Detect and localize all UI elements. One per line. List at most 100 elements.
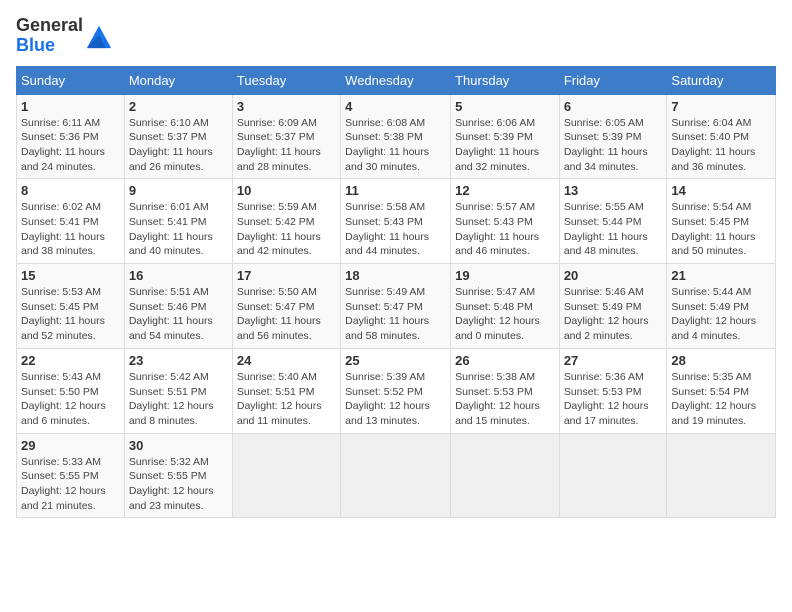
day-detail: Sunrise: 6:01 AMSunset: 5:41 PMDaylight:… (129, 200, 228, 259)
page-header: General Blue (16, 16, 776, 56)
day-detail: Sunrise: 5:57 AMSunset: 5:43 PMDaylight:… (455, 200, 555, 259)
day-number: 19 (455, 268, 555, 283)
calendar-cell: 6 Sunrise: 6:05 AMSunset: 5:39 PMDaylight… (559, 94, 667, 179)
calendar-cell: 8 Sunrise: 6:02 AMSunset: 5:41 PMDaylight… (17, 179, 125, 264)
day-number: 3 (237, 99, 336, 114)
day-detail: Sunrise: 5:51 AMSunset: 5:46 PMDaylight:… (129, 285, 228, 344)
calendar-cell: 11 Sunrise: 5:58 AMSunset: 5:43 PMDayligh… (341, 179, 451, 264)
day-detail: Sunrise: 5:43 AMSunset: 5:50 PMDaylight:… (21, 370, 120, 429)
calendar-cell: 12 Sunrise: 5:57 AMSunset: 5:43 PMDayligh… (451, 179, 560, 264)
calendar-cell: 28 Sunrise: 5:35 AMSunset: 5:54 PMDayligh… (667, 348, 776, 433)
logo-blue: Blue (16, 35, 55, 55)
logo-icon (85, 22, 113, 50)
day-detail: Sunrise: 5:50 AMSunset: 5:47 PMDaylight:… (237, 285, 336, 344)
calendar-cell: 27 Sunrise: 5:36 AMSunset: 5:53 PMDayligh… (559, 348, 667, 433)
logo: General Blue (16, 16, 113, 56)
day-number: 27 (564, 353, 663, 368)
day-number: 2 (129, 99, 228, 114)
day-detail: Sunrise: 5:59 AMSunset: 5:42 PMDaylight:… (237, 200, 336, 259)
day-number: 12 (455, 183, 555, 198)
calendar-cell: 19Sunrise: 5:47 AMSunset: 5:48 PMDayligh… (451, 264, 560, 349)
day-detail: Sunrise: 6:05 AMSunset: 5:39 PMDaylight:… (564, 116, 663, 175)
day-number: 25 (345, 353, 446, 368)
day-detail: Sunrise: 5:32 AMSunset: 5:55 PMDaylight:… (129, 455, 228, 514)
calendar-cell: 24 Sunrise: 5:40 AMSunset: 5:51 PMDayligh… (232, 348, 340, 433)
calendar-cell: 2 Sunrise: 6:10 AMSunset: 5:37 PMDaylight… (124, 94, 232, 179)
calendar-cell (232, 433, 340, 518)
day-detail: Sunrise: 5:40 AMSunset: 5:51 PMDaylight:… (237, 370, 336, 429)
day-detail: Sunrise: 5:42 AMSunset: 5:51 PMDaylight:… (129, 370, 228, 429)
day-number: 28 (671, 353, 771, 368)
day-number: 17 (237, 268, 336, 283)
calendar-cell (559, 433, 667, 518)
calendar-cell (667, 433, 776, 518)
day-detail: Sunrise: 6:06 AMSunset: 5:39 PMDaylight:… (455, 116, 555, 175)
day-number: 6 (564, 99, 663, 114)
logo-general: General (16, 15, 83, 35)
calendar-cell: 14Sunrise: 5:54 AMSunset: 5:45 PMDayligh… (667, 179, 776, 264)
calendar-cell: 29 Sunrise: 5:33 AMSunset: 5:55 PMDayligh… (17, 433, 125, 518)
calendar-cell (341, 433, 451, 518)
day-number: 14 (671, 183, 771, 198)
calendar-cell: 20Sunrise: 5:46 AMSunset: 5:49 PMDayligh… (559, 264, 667, 349)
calendar-week-4: 22 Sunrise: 5:43 AMSunset: 5:50 PMDayligh… (17, 348, 776, 433)
col-header-wednesday: Wednesday (341, 66, 451, 94)
day-detail: Sunrise: 5:36 AMSunset: 5:53 PMDaylight:… (564, 370, 663, 429)
col-header-friday: Friday (559, 66, 667, 94)
logo-text: General Blue (16, 16, 83, 56)
calendar-cell: 30 Sunrise: 5:32 AMSunset: 5:55 PMDayligh… (124, 433, 232, 518)
day-number: 21 (671, 268, 771, 283)
calendar-cell: 23 Sunrise: 5:42 AMSunset: 5:51 PMDayligh… (124, 348, 232, 433)
col-header-tuesday: Tuesday (232, 66, 340, 94)
day-detail: Sunrise: 6:04 AMSunset: 5:40 PMDaylight:… (671, 116, 771, 175)
day-number: 10 (237, 183, 336, 198)
day-number: 23 (129, 353, 228, 368)
day-detail: Sunrise: 5:55 AMSunset: 5:44 PMDaylight:… (564, 200, 663, 259)
calendar-cell: 3 Sunrise: 6:09 AMSunset: 5:37 PMDaylight… (232, 94, 340, 179)
day-number: 30 (129, 438, 228, 453)
calendar-week-2: 8 Sunrise: 6:02 AMSunset: 5:41 PMDaylight… (17, 179, 776, 264)
calendar-cell: 21 Sunrise: 5:44 AMSunset: 5:49 PMDayligh… (667, 264, 776, 349)
day-number: 18 (345, 268, 446, 283)
col-header-monday: Monday (124, 66, 232, 94)
day-detail: Sunrise: 6:02 AMSunset: 5:41 PMDaylight:… (21, 200, 120, 259)
calendar-cell (451, 433, 560, 518)
day-number: 13 (564, 183, 663, 198)
day-detail: Sunrise: 5:33 AMSunset: 5:55 PMDaylight:… (21, 455, 120, 514)
calendar-cell: 16 Sunrise: 5:51 AMSunset: 5:46 PMDayligh… (124, 264, 232, 349)
day-detail: Sunrise: 5:39 AMSunset: 5:52 PMDaylight:… (345, 370, 446, 429)
calendar-cell: 7 Sunrise: 6:04 AMSunset: 5:40 PMDaylight… (667, 94, 776, 179)
day-number: 24 (237, 353, 336, 368)
day-number: 5 (455, 99, 555, 114)
day-detail: Sunrise: 5:35 AMSunset: 5:54 PMDaylight:… (671, 370, 771, 429)
day-number: 9 (129, 183, 228, 198)
col-header-sunday: Sunday (17, 66, 125, 94)
day-number: 22 (21, 353, 120, 368)
day-detail: Sunrise: 5:58 AMSunset: 5:43 PMDaylight:… (345, 200, 446, 259)
calendar-cell: 9 Sunrise: 6:01 AMSunset: 5:41 PMDaylight… (124, 179, 232, 264)
calendar-cell: 22 Sunrise: 5:43 AMSunset: 5:50 PMDayligh… (17, 348, 125, 433)
calendar-cell: 25 Sunrise: 5:39 AMSunset: 5:52 PMDayligh… (341, 348, 451, 433)
calendar-cell: 5 Sunrise: 6:06 AMSunset: 5:39 PMDaylight… (451, 94, 560, 179)
calendar-cell: 4 Sunrise: 6:08 AMSunset: 5:38 PMDaylight… (341, 94, 451, 179)
day-number: 16 (129, 268, 228, 283)
day-detail: Sunrise: 5:53 AMSunset: 5:45 PMDaylight:… (21, 285, 120, 344)
col-header-saturday: Saturday (667, 66, 776, 94)
day-number: 8 (21, 183, 120, 198)
day-detail: Sunrise: 6:09 AMSunset: 5:37 PMDaylight:… (237, 116, 336, 175)
day-number: 4 (345, 99, 446, 114)
day-number: 7 (671, 99, 771, 114)
calendar-cell: 13 Sunrise: 5:55 AMSunset: 5:44 PMDayligh… (559, 179, 667, 264)
day-detail: Sunrise: 5:44 AMSunset: 5:49 PMDaylight:… (671, 285, 771, 344)
day-number: 11 (345, 183, 446, 198)
calendar-cell: 18Sunrise: 5:49 AMSunset: 5:47 PMDayligh… (341, 264, 451, 349)
day-detail: Sunrise: 6:10 AMSunset: 5:37 PMDaylight:… (129, 116, 228, 175)
calendar-cell: 10 Sunrise: 5:59 AMSunset: 5:42 PMDayligh… (232, 179, 340, 264)
day-detail: Sunrise: 6:08 AMSunset: 5:38 PMDaylight:… (345, 116, 446, 175)
day-detail: Sunrise: 5:46 AMSunset: 5:49 PMDaylight:… (564, 285, 663, 344)
calendar-cell: 15Sunrise: 5:53 AMSunset: 5:45 PMDayligh… (17, 264, 125, 349)
calendar-week-1: 1 Sunrise: 6:11 AMSunset: 5:36 PMDaylight… (17, 94, 776, 179)
day-number: 1 (21, 99, 120, 114)
day-detail: Sunrise: 6:11 AMSunset: 5:36 PMDaylight:… (21, 116, 120, 175)
day-number: 29 (21, 438, 120, 453)
